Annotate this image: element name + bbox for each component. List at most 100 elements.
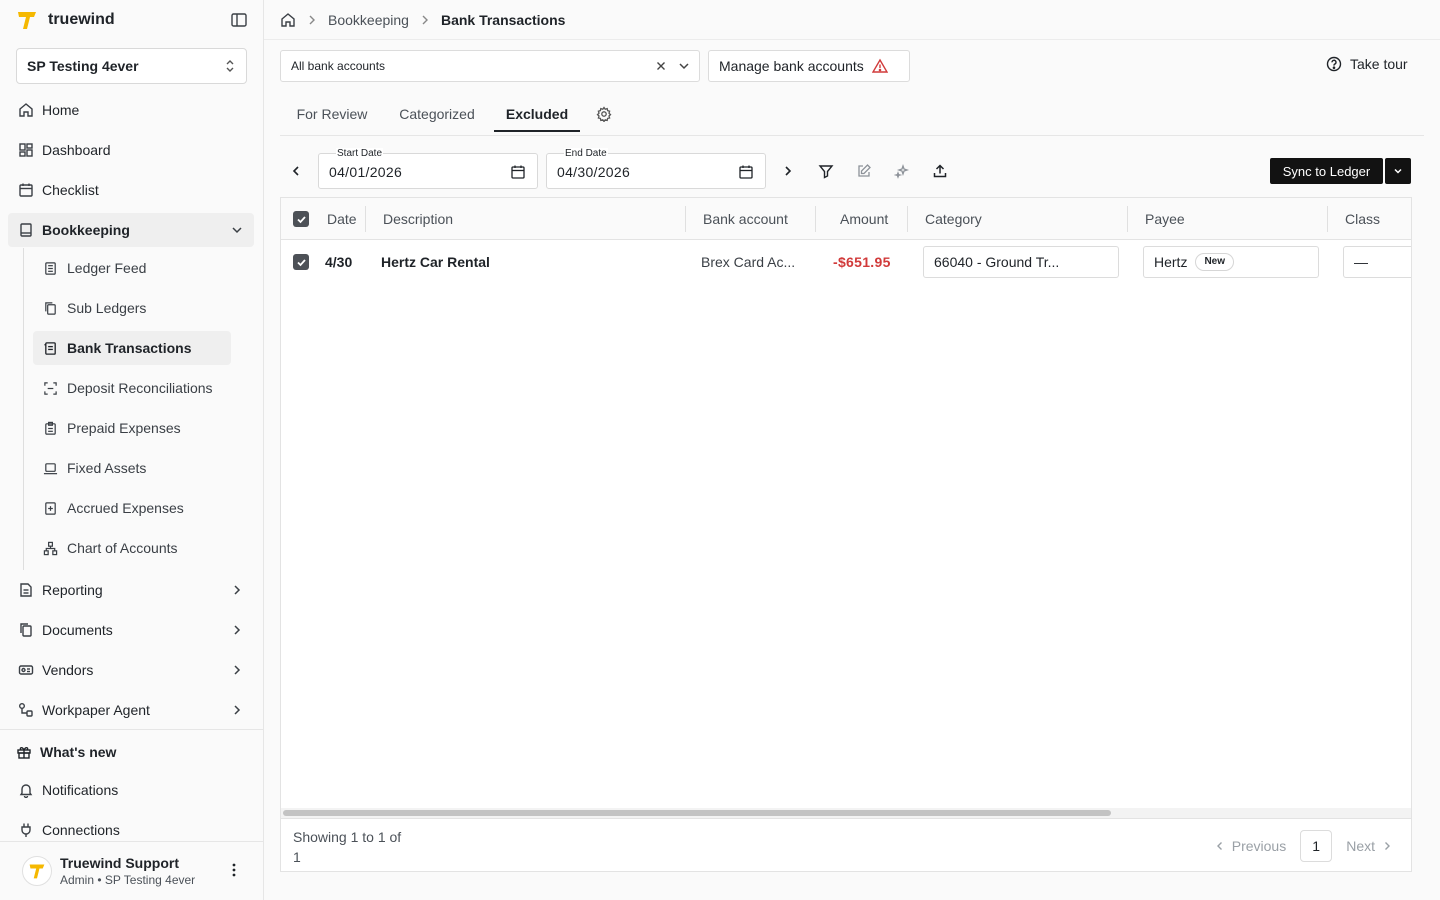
truewind-logo-icon: [18, 12, 36, 29]
sidebar-item-vendors[interactable]: Vendors: [8, 653, 254, 687]
bulk-edit-button[interactable]: [854, 161, 874, 181]
sidebar-item-notifications[interactable]: Notifications: [8, 773, 254, 807]
more-vertical-icon[interactable]: [226, 862, 242, 878]
user-profile[interactable]: Truewind Support Admin • SP Testing 4eve…: [0, 842, 264, 900]
calendar-icon[interactable]: [510, 164, 526, 180]
plug-icon: [21, 823, 31, 837]
sidebar-subitem-label: Prepaid Expenses: [67, 420, 181, 436]
table-header: Date Description Bank account Amount Cat…: [281, 198, 1411, 240]
warning-icon: [871, 58, 888, 73]
sidebar-item-chart-of-accounts[interactable]: Chart of Accounts: [33, 531, 231, 565]
sidebar-item-whats-new[interactable]: What's new: [6, 735, 252, 769]
tab-categorized[interactable]: Categorized: [394, 96, 480, 132]
sidebar-item-bank-transactions[interactable]: Bank Transactions: [33, 331, 231, 365]
row-checkbox[interactable]: [293, 254, 309, 270]
start-date-label: Start Date: [336, 148, 384, 159]
help-circle-icon: [1326, 56, 1342, 72]
company-name: SP Testing 4ever: [27, 58, 139, 74]
sidebar-item-accrued-expenses[interactable]: Accrued Expenses: [33, 491, 231, 525]
sidebar-item-fixed-assets[interactable]: Fixed Assets: [33, 451, 231, 485]
column-resizer[interactable]: [685, 206, 686, 232]
sidebar-item-home[interactable]: Home: [8, 93, 254, 127]
end-date-field[interactable]: End Date 04/30/2026: [546, 148, 766, 189]
select-all-checkbox[interactable]: [293, 211, 309, 227]
export-button[interactable]: [930, 161, 950, 181]
horizontal-scrollbar[interactable]: [281, 808, 1411, 818]
column-resizer[interactable]: [907, 206, 908, 232]
pagination: Previous 1 Next: [1214, 830, 1393, 862]
column-payee[interactable]: Payee: [1145, 198, 1185, 240]
table-row[interactable]: 4/30 Hertz Car Rental Brex Card Ac... -$…: [281, 240, 1411, 284]
payee-select[interactable]: Hertz New: [1143, 246, 1319, 278]
previous-page-button[interactable]: Previous: [1214, 838, 1286, 854]
column-description[interactable]: Description: [383, 198, 453, 240]
column-resizer[interactable]: [1127, 206, 1128, 232]
manage-bank-accounts-button[interactable]: Manage bank accounts: [708, 50, 910, 82]
sidebar-item-label: Bookkeeping: [42, 222, 130, 238]
sidebar-subitem-label: Ledger Feed: [67, 260, 147, 276]
agent-icon: [19, 703, 33, 717]
column-class[interactable]: Class: [1345, 198, 1380, 240]
edit-icon: [858, 164, 871, 177]
prev-period-button[interactable]: [286, 161, 306, 181]
ai-categorize-button[interactable]: [892, 161, 912, 181]
new-badge: New: [1195, 253, 1235, 272]
sidebar-subitem-label: Fixed Assets: [67, 460, 147, 476]
previous-label: Previous: [1231, 838, 1287, 854]
category-select[interactable]: 66040 - Ground Tr...: [923, 246, 1119, 278]
sidebar-item-documents[interactable]: Documents: [8, 613, 254, 647]
chevron-right-icon: [234, 665, 241, 675]
sidebar-toggle-icon[interactable]: [230, 11, 248, 29]
receipt-icon: [44, 341, 56, 355]
close-icon[interactable]: [655, 60, 667, 72]
sidebar-item-ledger-feed[interactable]: Ledger Feed: [33, 251, 231, 285]
class-select[interactable]: —: [1343, 246, 1411, 278]
sidebar-item-workpaper-agent[interactable]: Workpaper Agent: [8, 693, 254, 727]
sidebar-subitem-label: Chart of Accounts: [67, 540, 178, 556]
submenu-line: [23, 248, 24, 570]
sidebar-item-dashboard[interactable]: Dashboard: [8, 133, 254, 167]
sidebar-item-sub-ledgers[interactable]: Sub Ledgers: [33, 291, 231, 325]
avatar: [22, 856, 52, 886]
sidebar-item-label: Checklist: [42, 182, 99, 198]
breadcrumb-bookkeeping[interactable]: Bookkeeping: [328, 12, 409, 28]
calendar-icon[interactable]: [738, 164, 754, 180]
laptop-icon: [43, 462, 58, 474]
column-bank-account[interactable]: Bank account: [703, 198, 788, 240]
sidebar-item-label: Vendors: [42, 662, 94, 678]
sidebar-item-label: Home: [42, 102, 80, 118]
next-period-button[interactable]: [778, 161, 798, 181]
home-icon[interactable]: [280, 12, 296, 28]
sync-options-button[interactable]: [1385, 158, 1411, 184]
sidebar-item-label: Documents: [42, 622, 113, 638]
column-resizer[interactable]: [1327, 206, 1328, 232]
next-page-button[interactable]: Next: [1346, 838, 1393, 854]
gear-icon[interactable]: [596, 106, 612, 122]
filter-button[interactable]: [816, 161, 836, 181]
company-select[interactable]: SP Testing 4ever: [16, 48, 247, 84]
column-date[interactable]: Date: [327, 198, 357, 240]
column-resizer[interactable]: [365, 206, 366, 232]
sidebar-item-bookkeeping[interactable]: Bookkeeping: [8, 213, 254, 247]
start-date-field[interactable]: Start Date 04/01/2026: [318, 148, 538, 189]
scrollbar-thumb[interactable]: [283, 810, 1111, 816]
sync-to-ledger-button[interactable]: Sync to Ledger: [1270, 158, 1383, 184]
column-category[interactable]: Category: [925, 198, 982, 240]
take-tour-button[interactable]: Take tour: [1326, 56, 1408, 72]
tab-bar: For Review Categorized Excluded: [280, 96, 1424, 136]
sidebar-divider: [0, 729, 264, 730]
chevron-down-icon[interactable]: [677, 59, 691, 73]
chevron-right-icon: [309, 15, 315, 24]
column-resizer[interactable]: [815, 206, 816, 232]
sidebar-item-reporting[interactable]: Reporting: [8, 573, 254, 607]
sidebar-item-checklist[interactable]: Checklist: [8, 173, 254, 207]
tab-excluded[interactable]: Excluded: [494, 96, 580, 132]
sidebar-item-prepaid-expenses[interactable]: Prepaid Expenses: [33, 411, 231, 445]
column-amount[interactable]: Amount: [840, 198, 888, 240]
page-number-button[interactable]: 1: [1300, 830, 1333, 862]
tab-for-review[interactable]: For Review: [294, 96, 370, 132]
check-icon: [296, 258, 306, 266]
sidebar-item-deposit-reconciliations[interactable]: Deposit Reconciliations: [33, 371, 231, 405]
brand[interactable]: truewind: [16, 8, 115, 32]
bank-account-select[interactable]: All bank accounts: [280, 50, 700, 82]
